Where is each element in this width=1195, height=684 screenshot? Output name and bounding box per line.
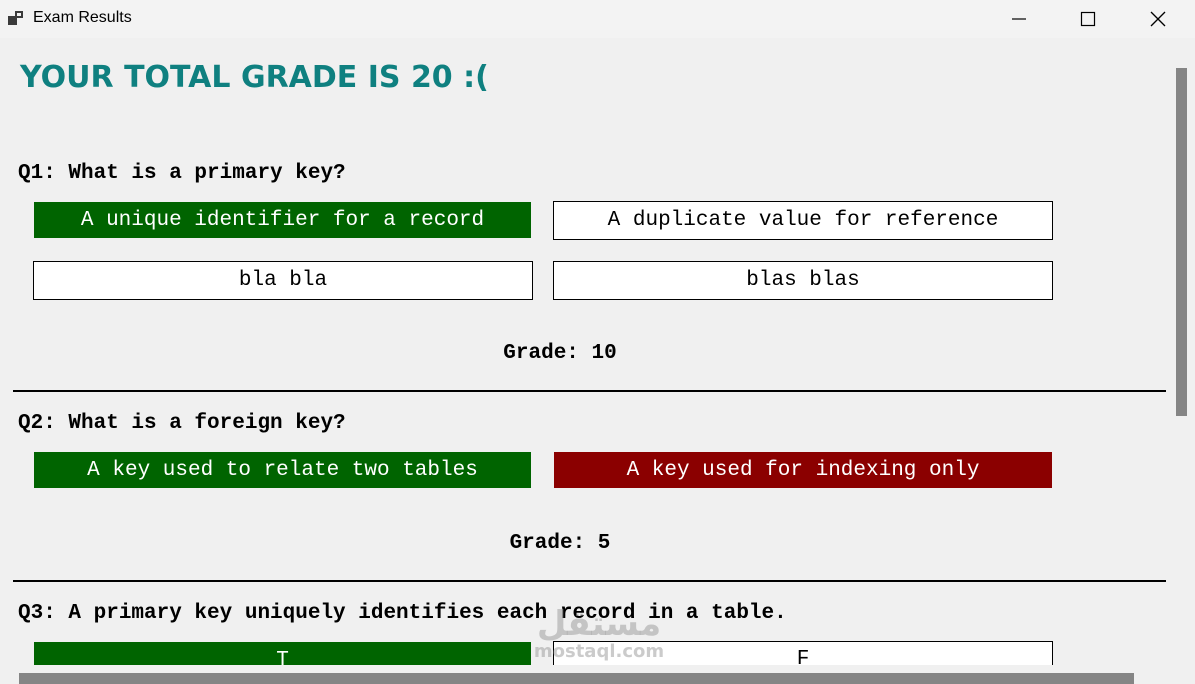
results-panel: Your Total Grade is 20 :( Q1: What is a …: [0, 40, 1168, 665]
q2-option-2[interactable]: A key used for indexing only: [554, 452, 1052, 488]
maximize-button[interactable]: [1058, 0, 1118, 38]
q1-option-3[interactable]: bla bla: [33, 261, 533, 300]
q3-option-true[interactable]: T: [34, 642, 531, 665]
vertical-scroll-thumb[interactable]: [1176, 68, 1187, 416]
q1-option-2[interactable]: A duplicate value for reference: [553, 201, 1053, 240]
vertical-scrollbar[interactable]: [1168, 40, 1195, 665]
q2-grade: Grade: 5: [509, 532, 611, 555]
question-1-text: Q1: What is a primary key?: [18, 162, 346, 185]
q2-option-1[interactable]: A key used to relate two tables: [34, 452, 531, 488]
q3-option-false[interactable]: F: [553, 641, 1053, 665]
question-2-text: Q2: What is a foreign key?: [18, 412, 346, 435]
title-bar: Exam Results: [0, 0, 1195, 38]
maximize-icon: [1080, 11, 1096, 27]
window-title: Exam Results: [33, 9, 132, 26]
q1-option-4[interactable]: blas blas: [553, 261, 1053, 300]
app-windows-icon: [8, 11, 23, 25]
q1-option-1[interactable]: A unique identifier for a record: [34, 202, 531, 238]
question-3-text: Q3: A primary key uniquely identifies ea…: [18, 602, 787, 625]
close-icon: [1150, 11, 1166, 27]
minimize-button[interactable]: [989, 0, 1049, 38]
separator: [13, 390, 1166, 392]
separator: [13, 580, 1166, 582]
q1-grade: Grade: 10: [503, 342, 617, 365]
close-button[interactable]: [1128, 0, 1188, 38]
horizontal-scrollbar[interactable]: [0, 665, 1195, 684]
horizontal-scroll-thumb[interactable]: [19, 673, 1134, 684]
total-grade-heading: Your Total Grade is 20 :(: [20, 60, 489, 95]
minimize-icon: [1012, 18, 1026, 20]
